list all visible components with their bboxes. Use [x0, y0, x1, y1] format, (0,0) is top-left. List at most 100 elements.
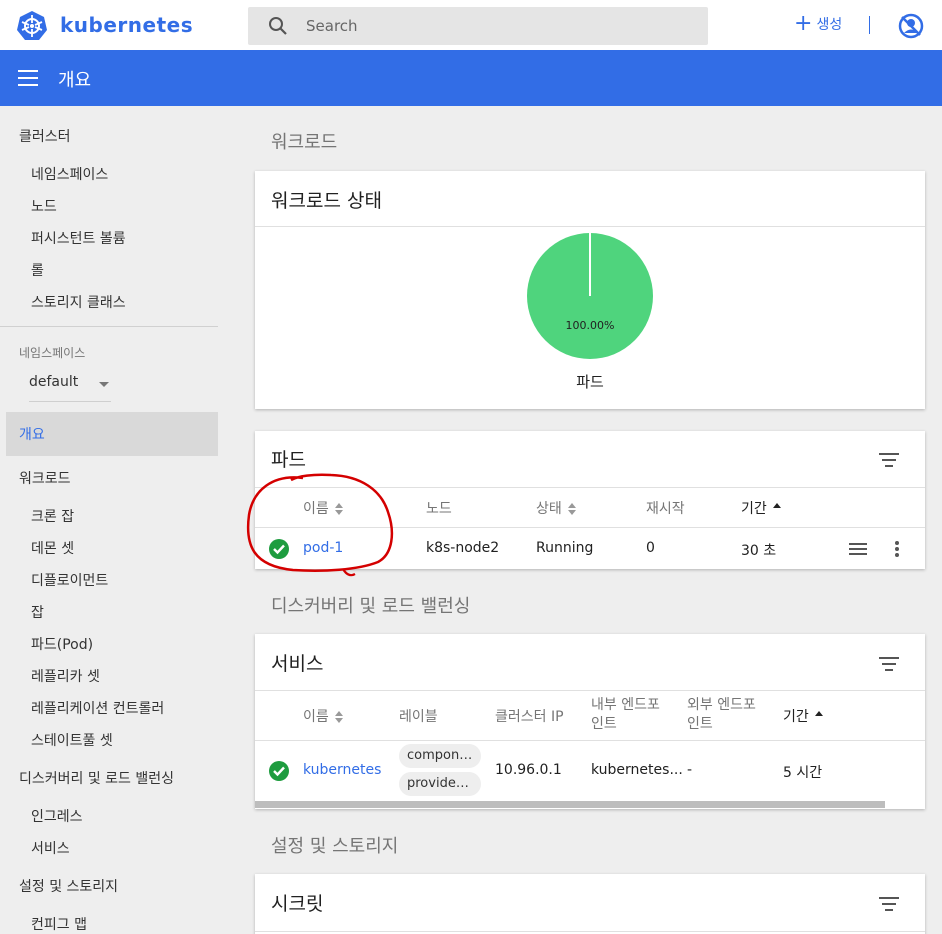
card-divider — [255, 690, 925, 691]
sort-icon — [567, 503, 576, 515]
nav-item-namespaces[interactable]: 네임스페이스 — [31, 164, 108, 184]
user-account-icon[interactable] — [898, 13, 924, 39]
namespace-label: 네임스페이스 — [19, 346, 86, 360]
header-label-line: 외부 엔드포 — [687, 697, 756, 713]
secrets-card: 시크릿 — [255, 874, 925, 934]
nav-item-cron-jobs[interactable]: 크론 잡 — [31, 506, 74, 526]
services-card: 서비스 이름 레이블 클러스터 IP 내부 엔드포 인트 외부 엔드포 인트 기간 … — [255, 634, 925, 809]
nav-item-storage-classes[interactable]: 스토리지 클래스 — [31, 292, 126, 312]
nav-item-jobs[interactable]: 잡 — [31, 602, 44, 622]
section-title-discovery: 디스커버리 및 로드 밸런싱 — [271, 596, 471, 617]
nav-overview-label: 개요 — [19, 427, 45, 443]
workload-status-card: 워크로드 상태 100.00% 파드 — [255, 171, 925, 409]
nav-item-config-maps[interactable]: 컨피그 맵 — [31, 914, 87, 934]
service-cluster-ip: 10.96.0.1 — [495, 762, 562, 778]
nav-item-stateful-sets[interactable]: 스테이트풀 셋 — [31, 730, 113, 750]
more-vert-icon[interactable] — [895, 541, 899, 557]
table-divider — [255, 740, 925, 741]
search-icon — [269, 17, 287, 35]
header-label: 기간 — [741, 501, 767, 517]
column-header-labels: 레이블 — [399, 709, 438, 725]
plus-icon: + — [794, 11, 813, 36]
header-label: 이름 — [303, 709, 329, 725]
toolbar-divider — [869, 16, 870, 34]
sort-ascending-icon — [814, 711, 823, 723]
header-label-line: 내부 엔드포 — [591, 697, 660, 713]
nav-discovery[interactable]: 디스커버리 및 로드 밸런싱 — [19, 768, 174, 788]
namespace-select[interactable]: default — [29, 374, 111, 402]
nav-item-deployments[interactable]: 디플로이먼트 — [31, 570, 108, 590]
nav-config-storage[interactable]: 설정 및 스토리지 — [19, 876, 118, 896]
nav-item-nodes[interactable]: 노드 — [31, 196, 57, 216]
section-title-workloads: 워크로드 — [271, 132, 338, 153]
column-header-internal-endpoints: 내부 엔드포인트 — [591, 696, 660, 734]
header-label: 상태 — [536, 501, 562, 517]
service-age: 5 시간 — [783, 765, 823, 781]
card-title-pods: 파드 — [271, 449, 306, 471]
nav-item-ingresses[interactable]: 인그레스 — [31, 806, 83, 826]
service-internal-endpoints: kubernetes... — [591, 762, 683, 778]
nav-item-pods[interactable]: 파드(Pod) — [31, 634, 93, 654]
nav-item-persistent-volumes[interactable]: 퍼시스턴트 볼륨 — [31, 228, 126, 248]
create-label: 생성 — [816, 17, 843, 33]
column-header-restarts: 재시작 — [646, 501, 685, 517]
card-title-services: 서비스 — [271, 653, 324, 675]
dropdown-arrow-icon — [99, 382, 109, 387]
top-bar: kubernetes + 생성 — [0, 0, 942, 50]
sidebar: 클러스터 네임스페이스 노드 퍼시스턴트 볼륨 롤 스토리지 클래스 네임스페이… — [0, 106, 232, 934]
column-header-cluster-ip: 클러스터 IP — [495, 709, 564, 725]
search-input[interactable] — [306, 7, 696, 45]
title-bar: 개요 — [0, 50, 942, 106]
page-title: 개요 — [58, 70, 92, 91]
label-chip: componen... — [399, 744, 481, 768]
pie-percent-label: 100.00% — [566, 319, 615, 332]
kubernetes-logo-icon[interactable] — [16, 10, 48, 42]
hamburger-menu-icon[interactable] — [18, 70, 38, 86]
nav-overview[interactable]: 개요 — [6, 412, 218, 456]
namespace-value: default — [29, 374, 79, 390]
logs-icon[interactable] — [849, 543, 867, 557]
card-divider — [255, 931, 925, 932]
card-divider — [255, 226, 925, 227]
label-chip: provider: k... — [399, 772, 481, 796]
service-name-link[interactable]: kubernetes — [303, 762, 381, 778]
section-title-config-storage: 설정 및 스토리지 — [271, 836, 399, 857]
header-label-line: 인트 — [687, 716, 713, 732]
column-header-name[interactable]: 이름 — [303, 706, 343, 726]
filter-icon[interactable] — [879, 453, 899, 467]
header-label: 기간 — [783, 709, 809, 725]
nav-cluster[interactable]: 클러스터 — [19, 126, 71, 146]
brand-name[interactable]: kubernetes — [60, 13, 193, 37]
pod-restarts: 0 — [646, 540, 655, 556]
nav-item-daemon-sets[interactable]: 데몬 셋 — [31, 538, 74, 558]
column-header-external-endpoints: 외부 엔드포인트 — [687, 696, 756, 734]
nav-item-services[interactable]: 서비스 — [31, 838, 70, 858]
card-title-secrets: 시크릿 — [271, 893, 324, 915]
annotation-circle — [246, 473, 394, 577]
column-header-status[interactable]: 상태 — [536, 498, 576, 518]
card-title-workload-status: 워크로드 상태 — [271, 190, 382, 212]
pod-node: k8s-node2 — [426, 540, 500, 556]
sort-ascending-icon — [772, 503, 781, 515]
filter-icon[interactable] — [879, 897, 899, 911]
column-header-node: 노드 — [426, 501, 452, 517]
sidebar-divider — [0, 326, 218, 327]
column-header-age[interactable]: 기간 — [783, 706, 823, 726]
filter-icon[interactable] — [879, 657, 899, 671]
pod-status: Running — [536, 540, 594, 556]
header-label-line: 인트 — [591, 716, 617, 732]
pie-chart: 100.00% — [527, 233, 653, 359]
nav-workloads[interactable]: 워크로드 — [19, 468, 71, 488]
search-bar[interactable] — [248, 7, 708, 45]
pod-age: 30 초 — [741, 543, 777, 559]
pie-caption: 파드 — [576, 373, 604, 391]
create-button[interactable]: + 생성 — [794, 12, 842, 36]
nav-item-replica-sets[interactable]: 레플리카 셋 — [31, 666, 100, 686]
nav-item-roles[interactable]: 롤 — [31, 260, 44, 280]
sort-icon — [334, 711, 343, 723]
nav-item-replication-controllers[interactable]: 레플리케이션 컨트롤러 — [31, 698, 164, 718]
column-header-age[interactable]: 기간 — [741, 498, 781, 518]
check-circle-icon — [269, 761, 289, 781]
horizontal-scrollbar[interactable] — [255, 801, 885, 808]
service-external-endpoints: - — [687, 762, 693, 778]
